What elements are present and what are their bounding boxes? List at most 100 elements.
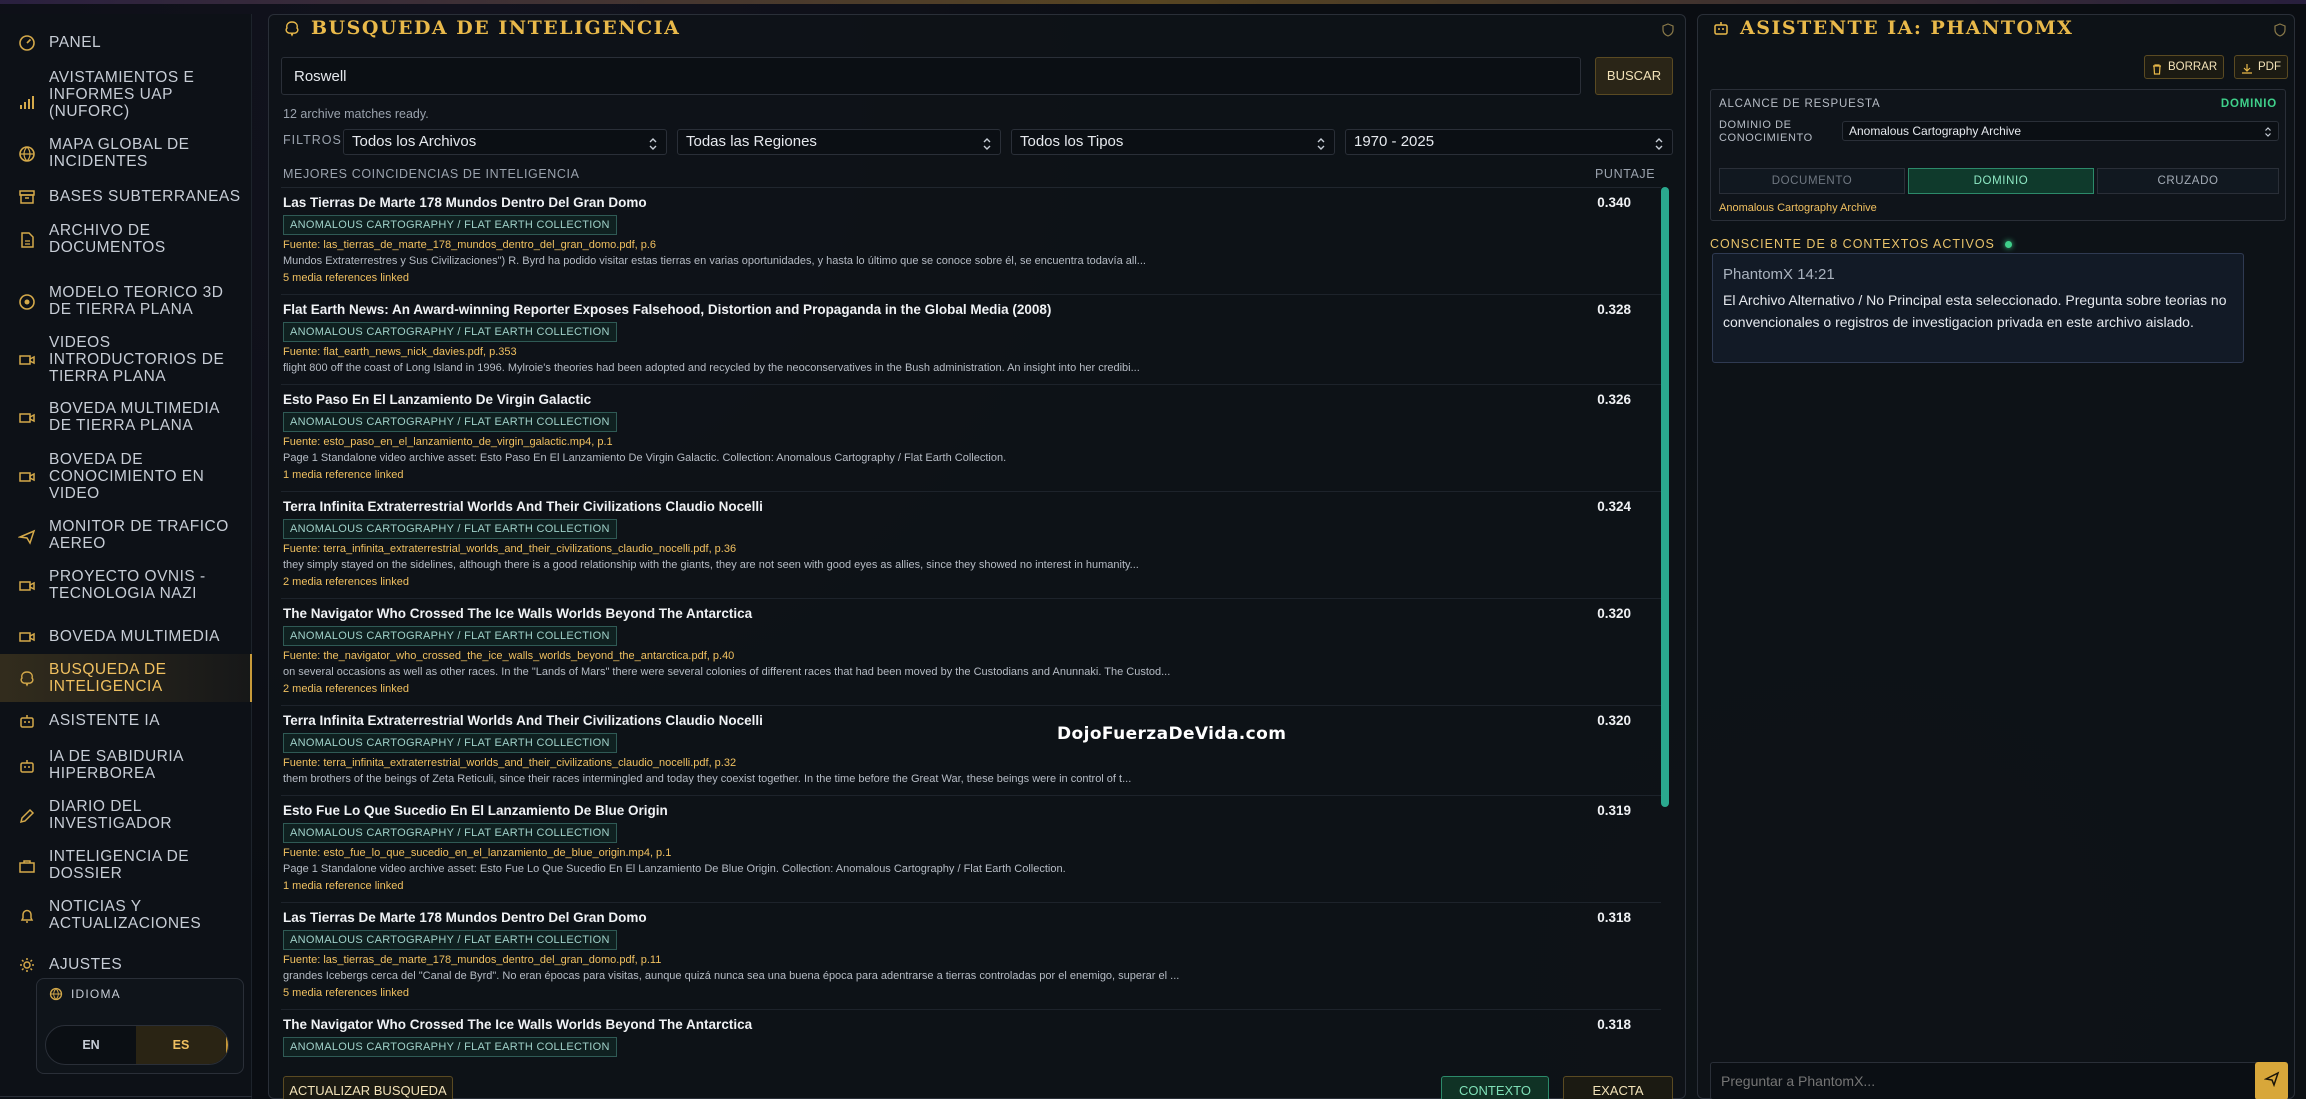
results-scrollbar[interactable] bbox=[1661, 187, 1669, 807]
language-option-en[interactable]: EN bbox=[46, 1026, 136, 1064]
result-item[interactable]: Las Tierras De Marte 178 Mundos Dentro D… bbox=[281, 903, 1661, 1010]
segment-domain[interactable]: DOMINIO bbox=[1908, 168, 2094, 194]
result-item[interactable]: Esto Fue Lo Que Sucedio En El Lanzamient… bbox=[281, 796, 1661, 903]
result-title[interactable]: The Navigator Who Crossed The Ice Walls … bbox=[283, 1017, 752, 1032]
archive-filter-select[interactable]: Todos los Archivos bbox=[343, 129, 667, 155]
result-source[interactable]: Fuente: las_tierras_de_marte_178_mundos_… bbox=[283, 954, 661, 966]
sidebar-item-flat-earth-model[interactable]: MODELO TEORICO 3D DE TIERRA PLANA bbox=[0, 284, 252, 318]
result-item[interactable]: Esto Paso En El Lanzamiento De Virgin Ga… bbox=[281, 385, 1661, 492]
sidebar-item-global-map[interactable]: MAPA GLOBAL DE INCIDENTES bbox=[0, 136, 252, 170]
sidebar-item-air-traffic[interactable]: MONITOR DE TRAFICO AEREO bbox=[0, 518, 252, 552]
result-title[interactable]: Flat Earth News: An Award-winning Report… bbox=[283, 302, 1051, 317]
result-item[interactable]: The Navigator Who Crossed The Ice Walls … bbox=[281, 1010, 1661, 1059]
segment-document[interactable]: DOCUMENTO bbox=[1719, 168, 1905, 194]
result-title[interactable]: Esto Fue Lo Que Sucedio En El Lanzamient… bbox=[283, 803, 668, 818]
sidebar-item-label: NOTICIAS Y ACTUALIZACIONES bbox=[49, 898, 202, 932]
result-source[interactable]: Fuente: las_tierras_de_marte_178_mundos_… bbox=[283, 239, 656, 251]
chevron-updown-icon bbox=[2264, 125, 2272, 137]
sidebar-item-document-archive[interactable]: ARCHIVO DE DOCUMENTOS bbox=[0, 222, 252, 256]
media-references[interactable]: 2 media references linked bbox=[283, 683, 409, 695]
collection-tag: ANOMALOUS CARTOGRAPHY / FLAT EARTH COLLE… bbox=[283, 322, 617, 342]
chevron-updown-icon bbox=[1316, 135, 1326, 150]
knowledge-domain-select[interactable]: Anomalous Cartography Archive bbox=[1842, 121, 2279, 141]
result-title[interactable]: Las Tierras De Marte 178 Mundos Dentro D… bbox=[283, 910, 647, 925]
sidebar-item-flat-earth-vault[interactable]: BOVEDA MULTIMEDIA DE TIERRA PLANA bbox=[0, 400, 252, 434]
sidebar-item-ai-assistant[interactable]: ASISTENTE IA bbox=[0, 712, 252, 730]
media-references[interactable]: 1 media reference linked bbox=[283, 469, 403, 481]
send-button[interactable] bbox=[2255, 1062, 2288, 1099]
result-item[interactable]: Terra Infinita Extraterrestrial Worlds A… bbox=[281, 706, 1661, 796]
result-title[interactable]: Las Tierras De Marte 178 Mundos Dentro D… bbox=[283, 195, 647, 210]
intelligence-search-panel: BUSQUEDA DE INTELIGENCIA BUSCAR 12 archi… bbox=[268, 14, 1686, 1099]
brain-icon bbox=[18, 669, 36, 687]
result-snippet: them brothers of the beings of Zeta Reti… bbox=[283, 773, 1132, 785]
filters-label: FILTROS bbox=[283, 133, 342, 147]
sidebar-item-hyperborean-ai[interactable]: IA DE SABIDURIA HIPERBOREA bbox=[0, 748, 252, 782]
context-mode-button[interactable]: CONTEXTO bbox=[1441, 1076, 1549, 1099]
assistant-message: PhantomX 14:21 El Archivo Alternativo / … bbox=[1712, 253, 2244, 363]
orbit-icon bbox=[18, 293, 36, 311]
media-references[interactable]: 5 media references linked bbox=[283, 272, 409, 284]
sidebar-item-label: VIDEOS INTRODUCTORIOS DE TIERRA PLANA bbox=[49, 334, 225, 385]
result-item[interactable]: Las Tierras De Marte 178 Mundos Dentro D… bbox=[281, 188, 1661, 295]
trash-icon bbox=[2151, 61, 2163, 75]
ai-assistant-panel: ASISTENTE IA: PHANTOMX BORRAR PDF ALCANC… bbox=[1697, 14, 2295, 1099]
search-input[interactable] bbox=[281, 57, 1581, 95]
result-item[interactable]: Flat Earth News: An Award-winning Report… bbox=[281, 295, 1661, 385]
sidebar-item-dossier[interactable]: INTELIGENCIA DE DOSSIER bbox=[0, 848, 252, 882]
clear-chat-button[interactable]: BORRAR bbox=[2144, 55, 2225, 79]
sidebar-item-multimedia-vault[interactable]: BOVEDA MULTIMEDIA bbox=[0, 628, 252, 646]
type-filter-select[interactable]: Todos los Tipos bbox=[1011, 129, 1335, 155]
video-camera-icon bbox=[18, 468, 36, 486]
robot-icon bbox=[18, 757, 36, 775]
language-toggle[interactable]: EN ES bbox=[45, 1025, 229, 1065]
sidebar-item-uap-reports[interactable]: AVISTAMIENTOS E INFORMES UAP (NUFORC) bbox=[0, 69, 252, 120]
region-filter-select[interactable]: Todas las Regiones bbox=[677, 129, 1001, 155]
result-source[interactable]: Fuente: esto_fue_lo_que_sucedio_en_el_la… bbox=[283, 847, 671, 859]
result-score: 0.324 bbox=[1597, 499, 1631, 514]
signal-bars-icon bbox=[18, 93, 36, 111]
chevron-updown-icon bbox=[648, 135, 658, 150]
score-header: PUNTAJE bbox=[1595, 167, 1656, 181]
result-source[interactable]: Fuente: flat_earth_news_nick_davies.pdf,… bbox=[283, 346, 517, 358]
shield-icon bbox=[2273, 23, 2287, 37]
briefcase-icon bbox=[18, 857, 36, 875]
chat-input[interactable] bbox=[1710, 1062, 2260, 1099]
results-header: MEJORES COINCIDENCIAS DE INTELIGENCIA bbox=[283, 167, 580, 181]
segment-cross[interactable]: CRUZADO bbox=[2097, 168, 2279, 194]
result-source[interactable]: Fuente: the_navigator_who_crossed_the_ic… bbox=[283, 650, 734, 662]
result-source[interactable]: Fuente: esto_paso_en_el_lanzamiento_de_v… bbox=[283, 436, 613, 448]
result-title[interactable]: Terra Infinita Extraterrestrial Worlds A… bbox=[283, 499, 763, 514]
robot-icon bbox=[18, 712, 36, 730]
sidebar-item-intro-videos[interactable]: VIDEOS INTRODUCTORIOS DE TIERRA PLANA bbox=[0, 334, 252, 385]
result-source[interactable]: Fuente: terra_infinita_extraterrestrial_… bbox=[283, 757, 736, 769]
sidebar-item-settings[interactable]: AJUSTES bbox=[0, 956, 252, 974]
video-camera-icon bbox=[18, 409, 36, 427]
refresh-search-button[interactable]: ACTUALIZAR BUSQUEDA bbox=[283, 1076, 453, 1099]
export-pdf-button[interactable]: PDF bbox=[2234, 55, 2288, 79]
result-title[interactable]: Esto Paso En El Lanzamiento De Virgin Ga… bbox=[283, 392, 591, 407]
sidebar-item-intelligence-search[interactable]: BUSQUEDA DE INTELIGENCIA bbox=[0, 654, 252, 702]
search-button[interactable]: BUSCAR bbox=[1595, 57, 1673, 95]
media-references[interactable]: 1 media reference linked bbox=[283, 880, 403, 892]
language-option-es[interactable]: ES bbox=[136, 1026, 228, 1064]
media-references[interactable]: 5 media references linked bbox=[283, 987, 409, 999]
result-item[interactable]: Terra Infinita Extraterrestrial Worlds A… bbox=[281, 492, 1661, 599]
media-references[interactable]: 2 media references linked bbox=[283, 576, 409, 588]
sidebar-item-ufo-project[interactable]: PROYECTO OVNIS - TECNOLOGIA NAZI bbox=[0, 568, 252, 602]
result-source[interactable]: Fuente: terra_infinita_extraterrestrial_… bbox=[283, 543, 736, 555]
sidebar-item-news[interactable]: NOTICIAS Y ACTUALIZACIONES bbox=[0, 898, 252, 932]
sidebar-item-panel[interactable]: PANEL bbox=[0, 34, 252, 52]
exact-mode-button[interactable]: EXACTA bbox=[1563, 1076, 1673, 1099]
status-dot-icon bbox=[2004, 240, 2012, 248]
divider bbox=[0, 1096, 252, 1097]
result-title[interactable]: The Navigator Who Crossed The Ice Walls … bbox=[283, 606, 752, 621]
result-title[interactable]: Terra Infinita Extraterrestrial Worlds A… bbox=[283, 713, 763, 728]
sidebar-item-video-knowledge[interactable]: BOVEDA DE CONOCIMIENTO EN VIDEO bbox=[0, 451, 252, 502]
result-item[interactable]: The Navigator Who Crossed The Ice Walls … bbox=[281, 599, 1661, 706]
shield-icon bbox=[1661, 23, 1675, 37]
sidebar-item-investigator-diary[interactable]: DIARIO DEL INVESTIGADOR bbox=[0, 798, 252, 832]
sidebar-item-label: BOVEDA MULTIMEDIA bbox=[49, 628, 220, 645]
sidebar-item-underground-bases[interactable]: BASES SUBTERRANEAS bbox=[0, 188, 252, 206]
year-range-select[interactable]: 1970 - 2025 bbox=[1345, 129, 1673, 155]
